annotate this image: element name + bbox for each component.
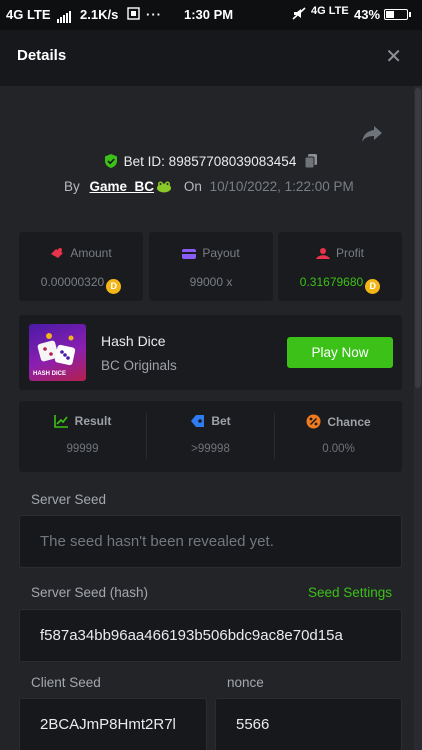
client-seed-label: Client Seed <box>31 675 101 690</box>
server-seed-field: The seed hasn't been revealed yet. <box>19 515 402 568</box>
doge-coin-icon: D <box>365 279 381 294</box>
server-seed-hash-field[interactable]: f587a34bb96aa466193b506bdc9ac8e70d15a <box>19 609 402 662</box>
status-bar: 4G LTE 2.1K/s ··· 1:30 PM 4G LTE 43% <box>0 0 422 30</box>
profit-label: Profit <box>335 246 364 260</box>
screenshot-icon <box>127 7 140 23</box>
payout-icon <box>182 249 197 259</box>
battery-percent: 43% <box>354 7 381 22</box>
data-speed: 2.1K/s <box>80 7 119 22</box>
game-card: HASH DICE Hash Dice BC Originals Play No… <box>19 315 402 390</box>
payout-value: 99000 x <box>189 275 233 289</box>
doge-coin-icon: D <box>106 279 122 294</box>
bet-column: Bet >99998 <box>147 401 274 472</box>
network-indicator-left: 4G LTE <box>6 7 72 23</box>
game-provider: BC Originals <box>101 358 177 373</box>
result-label: Result <box>74 414 112 428</box>
play-now-button[interactable]: Play Now <box>287 337 393 368</box>
server-seed-hash-label: Server Seed (hash) <box>31 585 149 600</box>
amount-icon <box>51 248 64 258</box>
details-header: Details ✕ <box>0 30 422 86</box>
bet-label: Bet <box>211 414 231 428</box>
bet-id-text: Bet ID: 89857708039083454 <box>123 154 297 169</box>
scrollbar-thumb[interactable] <box>415 88 421 388</box>
result-column: Result 99999 <box>19 401 146 472</box>
bet-date: 10/10/2022, 1:22:00 PM <box>209 179 354 194</box>
close-icon[interactable]: ✕ <box>385 44 402 69</box>
amount-card: Amount 0.00000320 D <box>19 232 143 301</box>
by-label: By <box>64 179 80 194</box>
payout-card: Payout 99000 x <box>149 232 273 301</box>
share-icon[interactable] <box>360 124 384 144</box>
nonce-field[interactable]: 5566 <box>215 698 402 750</box>
details-panel: Bet ID: 89857708039083454 By Game_BC On … <box>0 86 422 750</box>
profit-icon <box>315 248 330 259</box>
chance-label: Chance <box>327 415 371 429</box>
network-type-left: 4G LTE <box>6 7 51 22</box>
result-value: 99999 <box>66 443 99 455</box>
bet-tag-icon <box>191 415 205 427</box>
verified-shield-icon <box>104 153 118 172</box>
chance-column: Chance 0.00% <box>275 401 402 472</box>
signal-icon <box>57 8 72 23</box>
network-type-right: 4G LTE <box>311 5 349 17</box>
roll-summary-card: Result 99999 Bet >99998 Chance 0.00% <box>19 401 402 472</box>
bet-id-row: Bet ID: 89857708039083454 <box>0 153 422 172</box>
chance-value: 0.00% <box>322 443 355 455</box>
client-seed-field[interactable]: 2BCAJmP8Hmt2R7l <box>19 698 207 750</box>
thumbnail-caption: HASH DICE <box>33 371 67 377</box>
amount-value: 0.00000320 <box>40 275 105 289</box>
scrollbar[interactable] <box>414 86 422 750</box>
seed-settings-link[interactable]: Seed Settings <box>308 585 392 600</box>
payout-label: Payout <box>202 246 240 260</box>
game-name: Hash Dice <box>101 333 166 349</box>
profit-value: 0.31679680 <box>299 275 364 289</box>
amount-label: Amount <box>70 246 112 260</box>
hash-dice-thumbnail[interactable]: HASH DICE <box>29 324 86 381</box>
copy-icon[interactable] <box>304 153 318 172</box>
more-notifications-icon: ··· <box>146 7 162 22</box>
username-link[interactable]: Game_BC <box>90 179 155 194</box>
profit-card: Profit 0.31679680 D <box>278 232 402 301</box>
bet-value: >99998 <box>191 443 230 455</box>
server-seed-label: Server Seed <box>31 492 107 507</box>
nonce-label: nonce <box>227 675 264 690</box>
chance-percent-icon <box>306 414 321 429</box>
mute-icon <box>292 7 306 23</box>
result-chart-icon <box>53 415 68 428</box>
bet-byline: By Game_BC On 10/10/2022, 1:22:00 PM <box>64 179 354 196</box>
battery-icon <box>380 7 411 22</box>
page-title: Details <box>17 47 67 64</box>
clock: 1:30 PM <box>184 7 234 22</box>
on-label: On <box>183 179 202 194</box>
frog-badge-icon <box>156 181 172 196</box>
